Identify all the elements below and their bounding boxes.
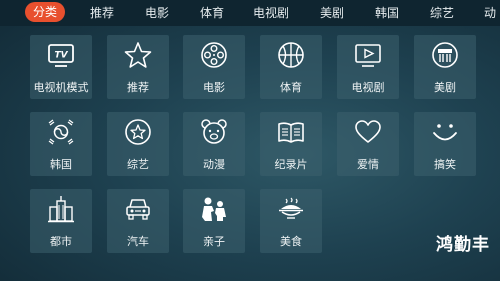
tile-family[interactable]: 亲子	[183, 189, 245, 253]
tile-label: 综艺	[127, 158, 149, 171]
tile-label: 体育	[280, 81, 302, 94]
tile-tv-mode[interactable]: TV 电视机模式	[30, 35, 92, 99]
tile-tv-series[interactable]: 电视剧	[337, 35, 399, 99]
tile-food[interactable]: 美食	[260, 189, 322, 253]
tile-label: 爱情	[357, 158, 379, 171]
korea-flag-icon	[48, 119, 74, 145]
tile-label: 韩国	[50, 158, 72, 171]
smile-icon	[433, 124, 457, 141]
tv-icon: TV	[48, 44, 74, 67]
tile-label: 电影	[203, 81, 225, 94]
tile-anime[interactable]: 动漫	[183, 112, 245, 176]
brand-watermark: 鸿勤丰	[436, 235, 490, 255]
tv-play-icon	[355, 44, 381, 67]
tile-label: 动漫	[203, 158, 225, 171]
tile-sports[interactable]: 体育	[260, 35, 322, 99]
parent-child-icon	[202, 197, 226, 221]
tile-label: 都市	[50, 235, 72, 248]
tile-comedy[interactable]: 搞笑	[414, 112, 476, 176]
tile-label: 推荐	[127, 81, 149, 94]
tab-variety[interactable]: 综艺	[430, 0, 454, 26]
tile-label: 电视机模式	[33, 81, 89, 94]
tile-label: 美剧	[434, 81, 456, 94]
tile-korea[interactable]: 韩国	[30, 112, 92, 176]
tile-romance[interactable]: 爱情	[337, 112, 399, 176]
heart-icon	[355, 120, 381, 143]
tab-movie[interactable]: 电影	[145, 0, 169, 26]
tile-car[interactable]: 汽车	[107, 189, 169, 253]
food-dish-icon	[279, 197, 303, 219]
tile-recommend[interactable]: 推荐	[107, 35, 169, 99]
tab-recommend[interactable]: 推荐	[90, 0, 114, 26]
tile-movie[interactable]: 电影	[183, 35, 245, 99]
book-icon	[278, 122, 304, 143]
tile-label: 汽车	[127, 235, 149, 248]
tab-korea[interactable]: 韩国	[375, 0, 399, 26]
tile-us-series[interactable]: 美剧	[414, 35, 476, 99]
star-icon	[124, 42, 152, 68]
variety-star-icon	[125, 119, 151, 145]
tile-label: 亲子	[203, 235, 225, 248]
category-tab-bar: 分类 推荐 电影 体育 电视剧 美剧 韩国 综艺 动	[0, 0, 500, 26]
tab-sports[interactable]: 体育	[200, 0, 224, 26]
tile-label: 电视剧	[351, 81, 385, 94]
basketball-icon	[278, 42, 304, 68]
tab-category[interactable]: 分类	[25, 2, 66, 22]
tile-label: 美食	[280, 235, 302, 248]
tab-anime-partial[interactable]: 动	[484, 0, 496, 26]
bear-icon	[201, 119, 227, 144]
city-building-icon	[48, 196, 74, 223]
tile-label: 纪录片	[274, 158, 308, 171]
tile-documentary[interactable]: 纪录片	[260, 112, 322, 176]
car-icon	[126, 199, 150, 220]
tv-icon-text: TV	[54, 51, 68, 61]
tab-us-series[interactable]: 美剧	[320, 0, 344, 26]
tab-tv-series[interactable]: 电视剧	[253, 0, 289, 26]
tile-urban[interactable]: 都市	[30, 189, 92, 253]
film-reel-icon	[201, 42, 227, 68]
tile-variety[interactable]: 综艺	[107, 112, 169, 176]
us-badge-icon	[432, 42, 458, 68]
tile-label: 搞笑	[434, 158, 456, 171]
